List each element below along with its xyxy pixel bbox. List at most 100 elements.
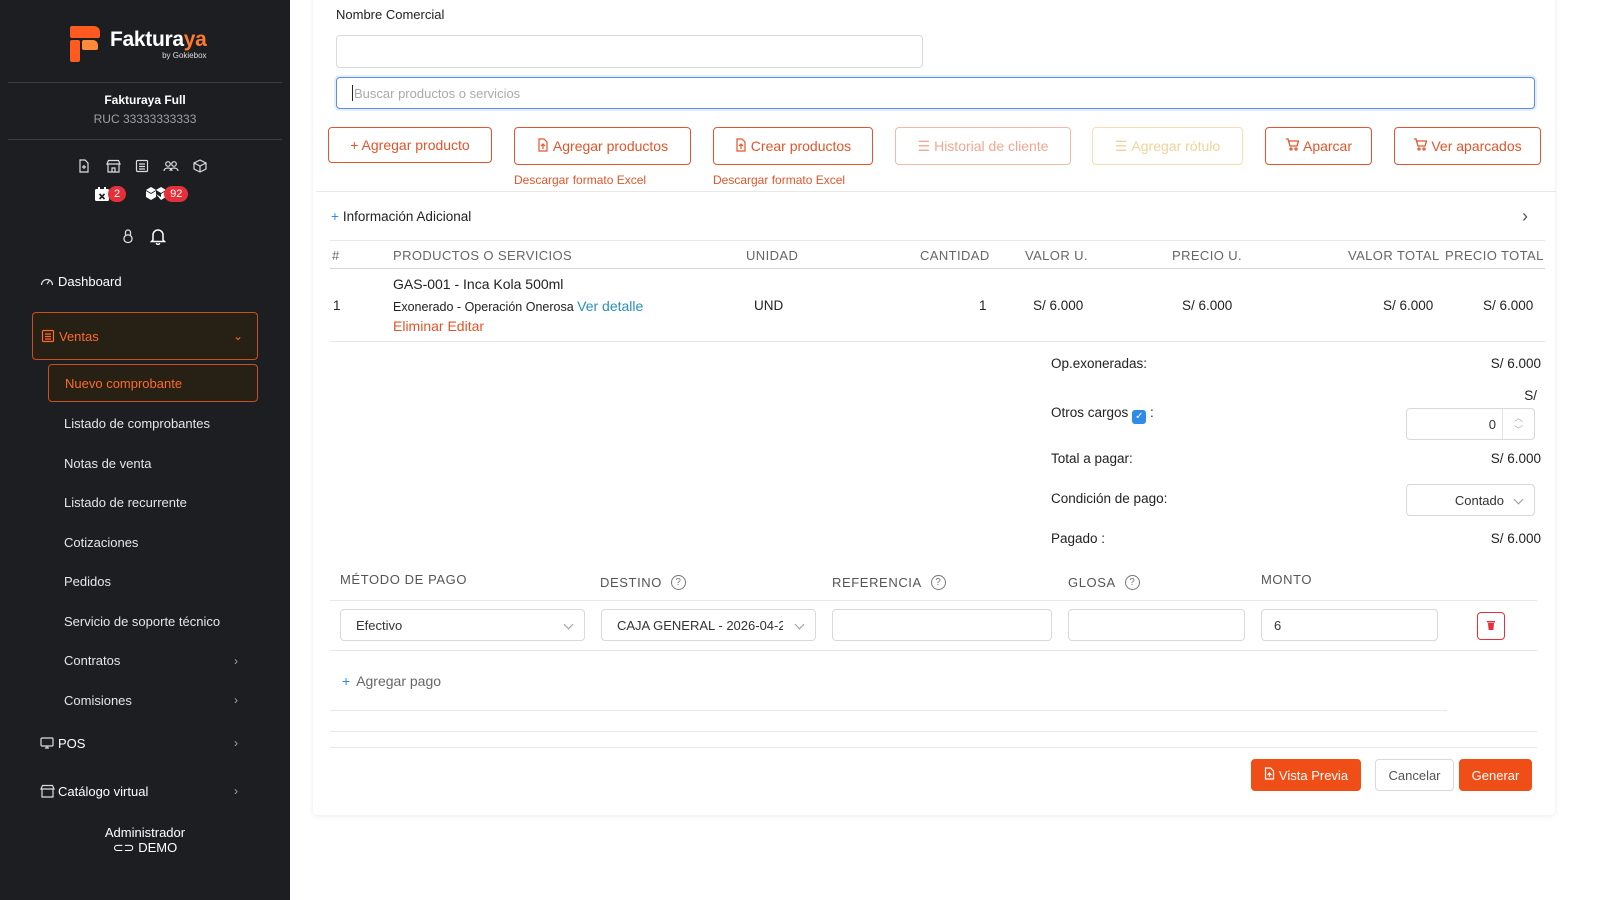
nav-pos[interactable]: POS › — [0, 720, 290, 766]
nav-sub-listado-recurrente[interactable]: Listado de recurrente — [0, 483, 290, 523]
nav-catalogo[interactable]: Catálogo virtual › — [0, 766, 290, 816]
nav-sub-comisiones[interactable]: Comisiones › — [0, 681, 290, 721]
col-header-precio-u: PRECIO U. — [1172, 248, 1243, 263]
sidebar-divider — [8, 139, 282, 140]
download-format-link[interactable]: Descargar formato Excel — [713, 173, 845, 187]
row-product-detail: Exonerado - Operación Onerosa Ver detall… — [393, 298, 643, 314]
chevron-up-icon[interactable]: ︿ — [1514, 412, 1523, 424]
user-name: DEMO — [138, 840, 178, 855]
row-tax-detail: Exonerado - Operación Onerosa — [393, 300, 574, 314]
payment-reference-input[interactable] — [832, 609, 1052, 641]
nav-sub-notas-venta[interactable]: Notas de venta — [0, 444, 290, 484]
chevron-down-icon[interactable]: ﹀ — [1514, 424, 1523, 436]
create-products-button[interactable]: Crear productos — [713, 127, 873, 165]
trash-icon — [1486, 619, 1496, 634]
users-icon[interactable] — [163, 158, 179, 174]
row-valor-u: S/ 6.000 — [1033, 298, 1084, 313]
otros-cargos-colon: : — [1150, 405, 1154, 420]
store-icon[interactable] — [105, 158, 121, 174]
nav-sub-nuevo-comprobante[interactable]: Nuevo comprobante — [48, 364, 258, 402]
help-icon[interactable]: ? — [1124, 575, 1140, 590]
add-label-button[interactable]: ☰ Agregar rótulo — [1092, 127, 1243, 165]
import-products-button[interactable]: Agregar productos — [514, 127, 691, 165]
lock-icon[interactable] — [120, 228, 136, 244]
brand-logo[interactable]: Fakturaya by Gokiebox — [68, 24, 207, 64]
condicion-pago-select[interactable]: Contado — [1406, 484, 1535, 516]
download-format-link[interactable]: Descargar formato Excel — [514, 173, 646, 187]
list-icon[interactable] — [134, 158, 150, 174]
cancel-button[interactable]: Cancelar — [1375, 759, 1454, 791]
total-label: Total a pagar: — [1051, 451, 1133, 466]
row-num: 1 — [333, 298, 341, 313]
nav-sub-pedidos[interactable]: Pedidos — [0, 562, 290, 602]
plus-icon: + — [342, 673, 351, 689]
view-detail-link[interactable]: Ver detalle — [577, 298, 643, 314]
add-payment-label: Agregar pago — [356, 673, 442, 689]
edit-row-link[interactable]: Editar — [447, 318, 484, 334]
add-label-label: Agregar rótulo — [1131, 138, 1221, 154]
gauge-icon — [40, 274, 55, 288]
nav-sub-soporte[interactable]: Servicio de soporte técnico — [0, 602, 290, 642]
nav-sub-comisiones-label: Comisiones — [64, 692, 132, 708]
otros-cargos-label: Otros cargos — [1051, 405, 1129, 420]
calendar-badge[interactable]: 2 — [94, 186, 127, 202]
table-header-divider — [330, 268, 1545, 269]
client-history-button[interactable]: ☰ Historial de cliente — [895, 127, 1071, 165]
nav-sub-cotizaciones[interactable]: Cotizaciones — [0, 523, 290, 563]
section-divider — [330, 731, 1537, 732]
boxes-badge[interactable]: 92 — [144, 186, 189, 202]
table-divider — [330, 341, 1545, 342]
company-name: Fakturaya Full — [104, 93, 186, 107]
company-ruc: RUC 33333333333 — [93, 112, 197, 126]
payment-header-monto: MONTO — [1261, 572, 1313, 587]
otros-cargos-row: Otros cargos ✓ : — [1051, 405, 1154, 424]
col-header-valor-u: VALOR U. — [1025, 248, 1088, 263]
chevron-right-icon[interactable]: › — [1522, 206, 1528, 227]
preview-label: Vista Previa — [1278, 767, 1349, 783]
view-parked-button[interactable]: Ver aparcados — [1394, 127, 1541, 165]
nav-dashboard[interactable]: Dashboard — [0, 262, 290, 300]
create-products-label: Crear productos — [750, 138, 852, 154]
help-icon[interactable]: ? — [670, 575, 686, 590]
add-product-button[interactable]: + Agregar producto — [328, 127, 492, 163]
park-label: Aparcar — [1302, 138, 1353, 154]
calendar-count: 2 — [108, 186, 127, 202]
help-icon[interactable]: ? — [930, 575, 946, 590]
number-stepper[interactable]: ︿ ﹀ — [1502, 409, 1534, 439]
chevron-right-icon: › — [234, 736, 238, 750]
payment-amount-input[interactable]: 6 — [1261, 609, 1438, 641]
bell-icon[interactable] — [150, 228, 166, 245]
delete-row-link[interactable]: Eliminar — [393, 318, 444, 334]
brand-by: by Gokiebox — [162, 50, 207, 60]
otros-cargos-input[interactable]: 0 ︿ ﹀ — [1406, 408, 1535, 440]
payment-method-select[interactable]: Efectivo — [340, 609, 585, 641]
pagado-value: S/ 6.000 — [1490, 531, 1541, 546]
plus-icon: + — [331, 209, 339, 224]
badge-row: 2 92 — [94, 186, 189, 202]
park-button[interactable]: Aparcar — [1265, 127, 1372, 165]
nombre-comercial-input[interactable] — [336, 35, 923, 68]
sidebar-divider — [8, 82, 282, 83]
document-icon[interactable] — [76, 158, 92, 174]
col-header-num: # — [332, 248, 340, 263]
delete-payment-button[interactable] — [1477, 612, 1505, 640]
nav-ventas[interactable]: Ventas ⌄ — [32, 312, 258, 360]
payment-glosa-input[interactable] — [1068, 609, 1245, 641]
otros-cargos-checkbox[interactable]: ✓ — [1132, 409, 1147, 424]
chevron-down-icon: ⌄ — [232, 329, 243, 343]
company-info: Fakturaya Full RUC 33333333333 — [0, 93, 290, 126]
preview-button[interactable]: Vista Previa — [1251, 759, 1361, 791]
nav-sub-listado-comprobantes[interactable]: Listado de comprobantes — [0, 404, 290, 444]
generate-button[interactable]: Generar — [1459, 759, 1532, 791]
import-products-label: Agregar productos — [552, 138, 669, 154]
nav-sub-contratos[interactable]: Contratos › — [0, 641, 290, 681]
chevron-right-icon: › — [234, 653, 238, 668]
additional-info-toggle[interactable]: + Información Adicional — [331, 209, 471, 224]
file-upload-icon — [735, 137, 747, 155]
add-payment-link[interactable]: + Agregar pago — [342, 673, 441, 689]
payment-destination-select[interactable]: CAJA GENERAL - 2026-04-2 — [601, 609, 816, 641]
payment-header-referencia: REFERENCIA? — [832, 575, 946, 590]
user-info[interactable]: Administrador ⊂⊃ DEMO — [0, 825, 290, 855]
product-search-input[interactable]: Buscar productos o servicios — [336, 77, 1535, 109]
box-icon[interactable] — [192, 158, 208, 174]
